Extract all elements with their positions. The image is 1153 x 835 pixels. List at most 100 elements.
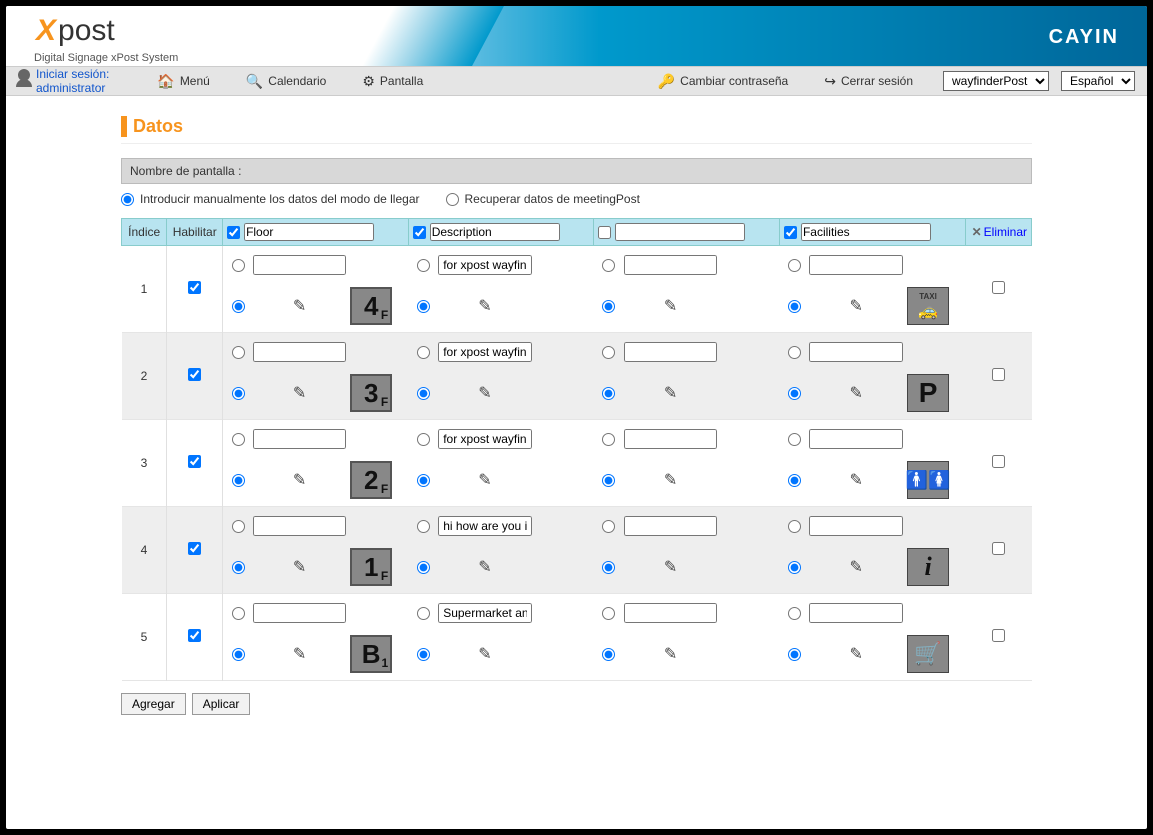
row-enable-check[interactable]	[188, 368, 201, 381]
cell-radio-text[interactable]	[417, 346, 430, 359]
menu-screen[interactable]: ⚙Pantalla	[362, 73, 423, 90]
cell-radio-text[interactable]	[417, 520, 430, 533]
cell-radio-text[interactable]	[602, 346, 615, 359]
cell-text-input[interactable]	[624, 342, 718, 362]
cell-radio-text[interactable]	[232, 433, 245, 446]
pencil-icon[interactable]: ✎	[293, 296, 306, 316]
cell-radio-text[interactable]	[232, 607, 245, 620]
row-enable-check[interactable]	[188, 629, 201, 642]
cell-radio-image[interactable]	[602, 474, 615, 487]
row-delete-check[interactable]	[992, 281, 1005, 294]
pencil-icon[interactable]: ✎	[293, 557, 306, 577]
cell-radio-image[interactable]	[417, 561, 430, 574]
cell-radio-text[interactable]	[417, 433, 430, 446]
cell-text-input[interactable]	[809, 516, 903, 536]
pencil-icon[interactable]: ✎	[850, 383, 863, 403]
cell-radio-text[interactable]	[417, 259, 430, 272]
cell-radio-text[interactable]	[602, 607, 615, 620]
menu-calendar[interactable]: 🔍Calendario	[246, 73, 326, 90]
pencil-icon[interactable]: ✎	[664, 557, 677, 577]
cell-radio-text[interactable]	[417, 607, 430, 620]
cell-text-input[interactable]	[253, 342, 346, 362]
cell-text-input[interactable]	[624, 429, 718, 449]
cell-text-input[interactable]	[809, 342, 903, 362]
cell-radio-text[interactable]	[602, 520, 615, 533]
pencil-icon[interactable]: ✎	[850, 296, 863, 316]
pencil-icon[interactable]: ✎	[478, 644, 491, 664]
module-select[interactable]: wayfinderPost	[943, 71, 1049, 91]
col-3-input[interactable]	[615, 223, 745, 241]
cell-text-input[interactable]	[624, 603, 718, 623]
col-delete[interactable]: ✕Eliminar	[965, 219, 1031, 246]
cell-radio-image[interactable]	[232, 300, 245, 313]
cell-text-input[interactable]	[253, 603, 346, 623]
pencil-icon[interactable]: ✎	[293, 644, 306, 664]
radio-recover-input[interactable]	[446, 193, 459, 206]
cell-radio-image[interactable]	[232, 561, 245, 574]
cell-text-input[interactable]	[438, 342, 532, 362]
cell-text-input[interactable]	[253, 255, 346, 275]
col-fac-check[interactable]	[784, 226, 797, 239]
pencil-icon[interactable]: ✎	[664, 470, 677, 490]
cell-radio-text[interactable]	[232, 259, 245, 272]
menu-home[interactable]: 🏠Menú	[157, 73, 209, 90]
cell-text-input[interactable]	[438, 516, 532, 536]
pencil-icon[interactable]: ✎	[478, 383, 491, 403]
cell-radio-image[interactable]	[602, 300, 615, 313]
radio-recover[interactable]: Recuperar datos de meetingPost	[446, 192, 640, 206]
cell-radio-text[interactable]	[788, 433, 801, 446]
cell-radio-image[interactable]	[788, 474, 801, 487]
cell-radio-image[interactable]	[417, 648, 430, 661]
cell-radio-image[interactable]	[788, 300, 801, 313]
login-link[interactable]: Iniciar sesión:	[36, 67, 109, 81]
cell-radio-image[interactable]	[417, 387, 430, 400]
pencil-icon[interactable]: ✎	[293, 470, 306, 490]
cell-radio-image[interactable]	[788, 648, 801, 661]
cell-text-input[interactable]	[438, 429, 532, 449]
cell-text-input[interactable]	[809, 429, 903, 449]
pencil-icon[interactable]: ✎	[478, 296, 491, 316]
row-enable-check[interactable]	[188, 281, 201, 294]
cell-radio-text[interactable]	[788, 607, 801, 620]
col-fac-input[interactable]	[801, 223, 931, 241]
cell-radio-text[interactable]	[788, 259, 801, 272]
cell-text-input[interactable]	[253, 516, 346, 536]
menu-password[interactable]: 🔑Cambiar contraseña	[658, 73, 789, 90]
radio-manual-input[interactable]	[121, 193, 134, 206]
cell-text-input[interactable]	[624, 516, 718, 536]
row-enable-check[interactable]	[188, 542, 201, 555]
cell-radio-image[interactable]	[232, 387, 245, 400]
radio-manual[interactable]: Introducir manualmente los datos del mod…	[121, 192, 420, 206]
cell-radio-text[interactable]	[788, 346, 801, 359]
language-select[interactable]: Español	[1061, 71, 1135, 91]
cell-radio-image[interactable]	[232, 648, 245, 661]
row-delete-check[interactable]	[992, 629, 1005, 642]
row-delete-check[interactable]	[992, 368, 1005, 381]
cell-radio-text[interactable]	[602, 259, 615, 272]
cell-text-input[interactable]	[624, 255, 718, 275]
cell-radio-text[interactable]	[232, 346, 245, 359]
cell-radio-image[interactable]	[232, 474, 245, 487]
pencil-icon[interactable]: ✎	[664, 644, 677, 664]
cell-radio-image[interactable]	[602, 387, 615, 400]
row-delete-check[interactable]	[992, 542, 1005, 555]
cell-text-input[interactable]	[253, 429, 346, 449]
cell-radio-text[interactable]	[602, 433, 615, 446]
col-floor-check[interactable]	[227, 226, 240, 239]
pencil-icon[interactable]: ✎	[664, 383, 677, 403]
row-enable-check[interactable]	[188, 455, 201, 468]
cell-radio-text[interactable]	[788, 520, 801, 533]
cell-radio-image[interactable]	[417, 474, 430, 487]
cell-text-input[interactable]	[438, 603, 532, 623]
cell-radio-image[interactable]	[602, 561, 615, 574]
row-delete-check[interactable]	[992, 455, 1005, 468]
cell-text-input[interactable]	[438, 255, 532, 275]
col-desc-check[interactable]	[413, 226, 426, 239]
menu-logout[interactable]: ↪Cerrar sesión	[824, 73, 913, 90]
apply-button[interactable]: Aplicar	[192, 693, 251, 715]
col-floor-input[interactable]	[244, 223, 374, 241]
pencil-icon[interactable]: ✎	[293, 383, 306, 403]
add-button[interactable]: Agregar	[121, 693, 186, 715]
cell-radio-image[interactable]	[788, 561, 801, 574]
pencil-icon[interactable]: ✎	[850, 644, 863, 664]
